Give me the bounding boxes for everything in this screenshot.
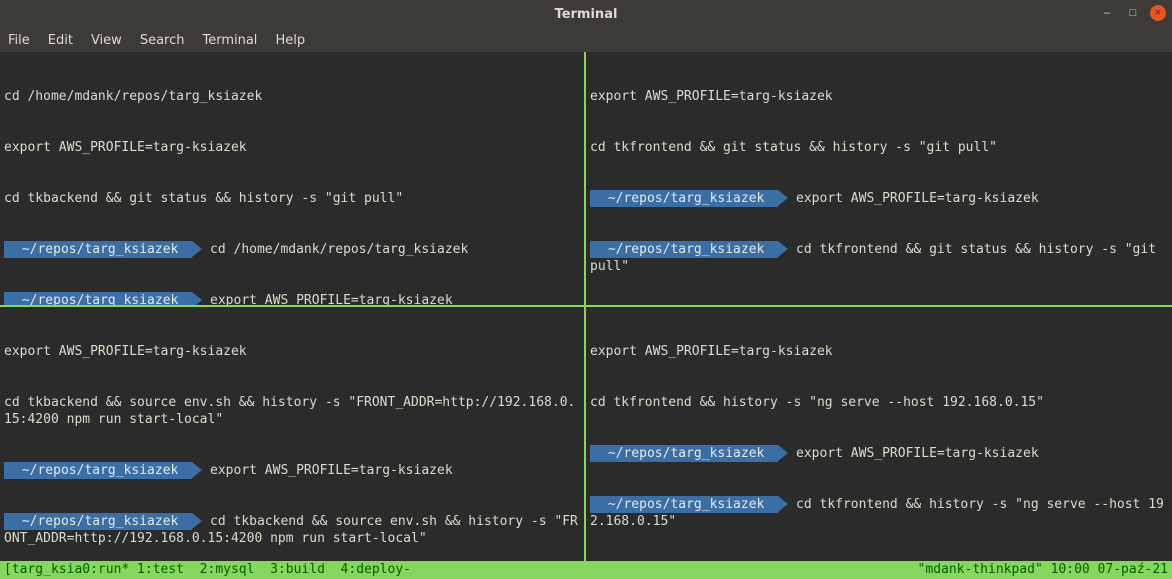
prompt-line: ~/repos/targ_ksiazek export AWS_PROFILE=… (590, 190, 1168, 207)
menu-search[interactable]: Search (140, 33, 185, 48)
prompt-path: ~/repos/targ_ksiazek (590, 241, 778, 258)
menu-file[interactable]: File (8, 33, 30, 48)
tmux-grid: cd /home/mdank/repos/targ_ksiazek export… (0, 52, 1172, 561)
command-text: export AWS_PROFILE=targ-ksiazek (788, 191, 1038, 206)
pane-top-left[interactable]: cd /home/mdank/repos/targ_ksiazek export… (0, 52, 586, 307)
menu-terminal[interactable]: Terminal (202, 33, 257, 48)
history-line: cd tkfrontend && git status && history -… (590, 139, 1168, 156)
prompt-path: ~/repos/targ_ksiazek (4, 292, 192, 307)
window-controls: – □ × (1098, 4, 1166, 22)
prompt-line: ~/repos/targ_ksiazek cd /home/mdank/repo… (4, 241, 580, 258)
command-text: export AWS_PROFILE=targ-ksiazek (202, 463, 452, 478)
menu-view[interactable]: View (91, 33, 122, 48)
prompt-line: ~/repos/targ_ksiazek export AWS_PROFILE=… (4, 462, 580, 479)
command-text: export AWS_PROFILE=targ-ksiazek (788, 446, 1038, 461)
prompt-line: ~/repos/targ_ksiazek cd tkbackend && sou… (4, 513, 580, 547)
statusbar-right: "mdank-thinkpad" 10:00 07-paź-21 (918, 561, 1168, 579)
minimize-icon[interactable]: – (1098, 4, 1116, 22)
prompt-path: ~/repos/targ_ksiazek (4, 513, 192, 530)
pane-bottom-left[interactable]: export AWS_PROFILE=targ-ksiazek cd tkbac… (0, 307, 586, 562)
prompt-path: ~/repos/targ_ksiazek (590, 445, 778, 462)
prompt-line: ~/repos/targ_ksiazek cd tkfrontend && gi… (590, 241, 1168, 275)
menu-help[interactable]: Help (275, 33, 305, 48)
menu-edit[interactable]: Edit (48, 33, 73, 48)
statusbar-left: [targ_ksia0:run* 1:test 2:mysql 3:build … (4, 561, 411, 579)
prompt-path: ~/repos/targ_ksiazek (590, 496, 778, 513)
history-line: export AWS_PROFILE=targ-ksiazek (4, 139, 580, 156)
history-line: export AWS_PROFILE=targ-ksiazek (590, 88, 1168, 105)
history-line: cd /home/mdank/repos/targ_ksiazek (4, 88, 580, 105)
maximize-icon[interactable]: □ (1124, 4, 1142, 22)
history-line: cd tkfrontend && history -s "ng serve --… (590, 394, 1168, 411)
window-titlebar: Terminal – □ × (0, 0, 1172, 28)
window-title: Terminal (0, 7, 1172, 22)
history-line: export AWS_PROFILE=targ-ksiazek (590, 343, 1168, 360)
prompt-line: ~/repos/targ_ksiazek export AWS_PROFILE=… (590, 445, 1168, 462)
tmux-statusbar[interactable]: [targ_ksia0:run* 1:test 2:mysql 3:build … (0, 561, 1172, 579)
prompt-path: ~/repos/targ_ksiazek (4, 462, 192, 479)
history-line: export AWS_PROFILE=targ-ksiazek (4, 343, 580, 360)
menubar: File Edit View Search Terminal Help (0, 28, 1172, 52)
history-line: cd tkbackend && source env.sh && history… (4, 394, 580, 428)
prompt-line: ~/repos/targ_ksiazek export AWS_PROFILE=… (4, 292, 580, 307)
pane-bottom-right[interactable]: export AWS_PROFILE=targ-ksiazek cd tkfro… (586, 307, 1172, 562)
prompt-path: ~/repos/targ_ksiazek (590, 190, 778, 207)
prompt-line: ~/repos/targ_ksiazek cd tkfrontend && hi… (590, 496, 1168, 530)
command-text: export AWS_PROFILE=targ-ksiazek (202, 293, 452, 307)
history-line: cd tkbackend && git status && history -s… (4, 190, 580, 207)
prompt-path: ~/repos/targ_ksiazek (4, 241, 192, 258)
command-text: cd /home/mdank/repos/targ_ksiazek (202, 242, 468, 257)
pane-top-right[interactable]: export AWS_PROFILE=targ-ksiazek cd tkfro… (586, 52, 1172, 307)
close-icon[interactable]: × (1150, 5, 1166, 21)
